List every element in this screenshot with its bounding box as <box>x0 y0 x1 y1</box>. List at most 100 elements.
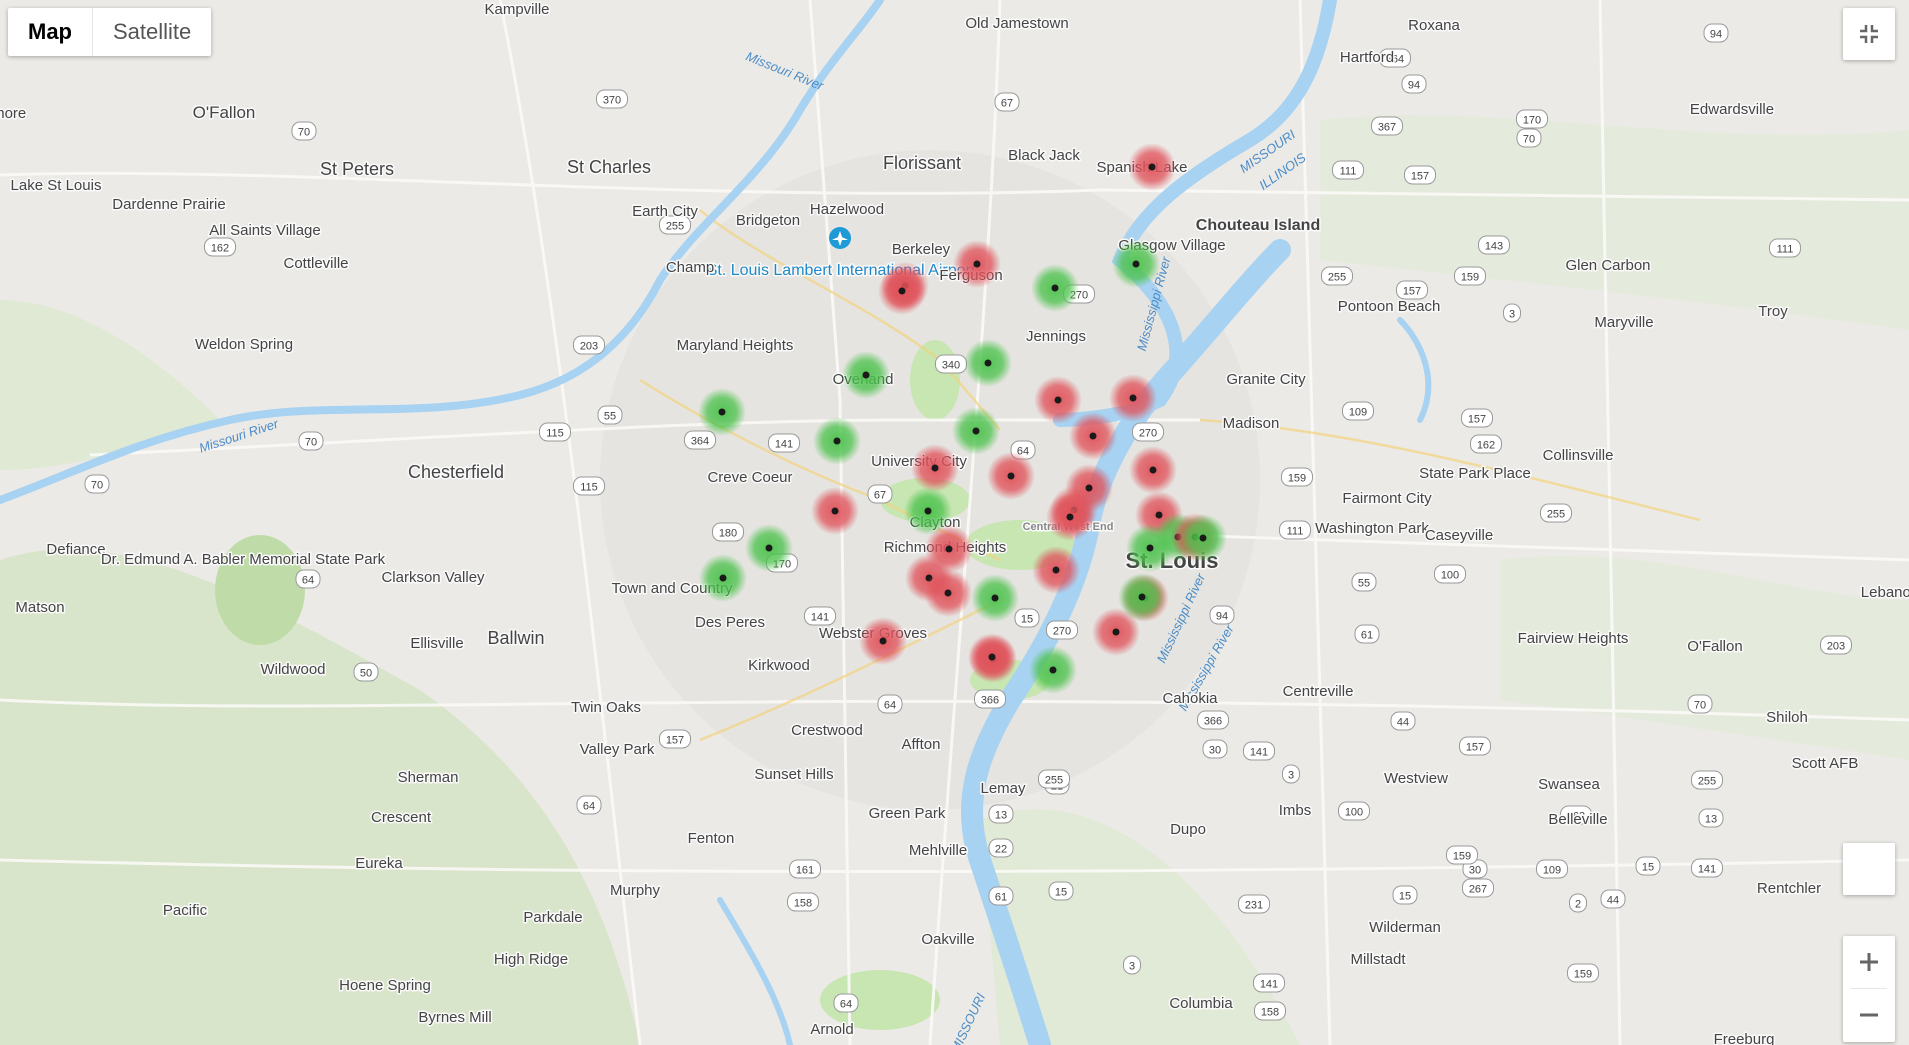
place-label: Jennings <box>1026 328 1086 345</box>
place-label: Arnold <box>810 1021 853 1038</box>
place-label: Parkdale <box>523 909 582 926</box>
green-marker[interactable] <box>698 388 746 436</box>
red-marker[interactable] <box>1109 374 1157 422</box>
red-marker[interactable] <box>953 240 1001 288</box>
place-label: Champ <box>666 259 714 276</box>
red-marker[interactable] <box>1128 143 1176 191</box>
svg-text:55: 55 <box>1358 578 1370 590</box>
place-label: Affton <box>902 736 941 753</box>
red-marker[interactable] <box>878 267 926 315</box>
red-marker[interactable] <box>1129 446 1177 494</box>
svg-text:159: 159 <box>1574 969 1592 981</box>
svg-text:70: 70 <box>91 480 103 492</box>
place-label: Crestwood <box>791 722 863 739</box>
road-shield: 13 <box>988 804 1014 824</box>
svg-text:162: 162 <box>1477 440 1495 452</box>
red-marker[interactable] <box>1046 493 1094 541</box>
green-marker[interactable] <box>745 524 793 572</box>
place-label: Troy <box>1758 303 1788 320</box>
place-label: Freeburg <box>1714 1031 1775 1045</box>
place-label: Chesterfield <box>408 462 504 482</box>
green-marker[interactable] <box>1031 264 1079 312</box>
map-canvas[interactable]: Missouri RiverMissouri RiverMISSOURIILLI… <box>0 0 1909 1045</box>
place-label: O'Fallon <box>1687 638 1742 655</box>
place-label: Columbia <box>1169 995 1233 1012</box>
red-marker[interactable] <box>924 569 972 617</box>
red-marker[interactable] <box>1034 376 1082 424</box>
place-label: Rentchler <box>1757 880 1821 897</box>
svg-text:157: 157 <box>1403 286 1421 298</box>
road-shield: 94 <box>1401 74 1427 94</box>
svg-text:115: 115 <box>546 428 564 440</box>
svg-text:94: 94 <box>1710 29 1722 41</box>
place-label: Dupo <box>1170 821 1206 838</box>
road-shield: 111 <box>1279 520 1311 540</box>
green-marker[interactable] <box>813 417 861 465</box>
place-label: Glen Carbon <box>1565 257 1650 274</box>
place-label: Collinsville <box>1543 447 1614 464</box>
green-marker[interactable] <box>1112 240 1160 288</box>
place-label: State Park Place <box>1419 465 1531 482</box>
road-shield: 64 <box>877 694 903 714</box>
road-shield: 61 <box>1354 624 1380 644</box>
road-shield: 70 <box>298 431 324 451</box>
red-marker[interactable] <box>811 487 859 535</box>
place-label: Hartford <box>1340 49 1394 66</box>
place-label: Millstadt <box>1350 951 1406 968</box>
road-shield: 158 <box>787 892 819 912</box>
svg-text:15: 15 <box>1642 862 1654 874</box>
place-label: Hazelwood <box>810 201 884 218</box>
green-marker[interactable] <box>842 351 890 399</box>
red-marker[interactable] <box>968 633 1016 681</box>
svg-text:267: 267 <box>1469 884 1487 896</box>
svg-text:22: 22 <box>995 844 1007 856</box>
green-marker[interactable] <box>952 407 1000 455</box>
svg-text:180: 180 <box>719 528 737 540</box>
road-shield: 15 <box>1014 608 1040 628</box>
svg-text:67: 67 <box>874 490 886 502</box>
road-shield: 255 <box>1321 266 1353 286</box>
green-marker[interactable] <box>1179 514 1227 562</box>
road-shield: 15 <box>1392 885 1418 905</box>
red-marker[interactable] <box>911 444 959 492</box>
road-shield: 70 <box>1687 694 1713 714</box>
place-label: Matson <box>15 599 64 616</box>
svg-text:3: 3 <box>1509 309 1515 321</box>
road-shield: 366 <box>1197 710 1229 730</box>
place-label: Clarkson Valley <box>381 569 485 586</box>
green-marker[interactable] <box>964 339 1012 387</box>
red-marker[interactable] <box>987 452 1035 500</box>
road-shield: 94 <box>1703 23 1729 43</box>
green-marker[interactable] <box>699 554 747 602</box>
green-marker[interactable] <box>971 574 1019 622</box>
svg-text:15: 15 <box>1055 887 1067 899</box>
red-marker[interactable] <box>1032 546 1080 594</box>
red-marker[interactable] <box>1069 412 1117 460</box>
svg-text:30: 30 <box>1469 865 1481 877</box>
zoom-in-button[interactable] <box>1843 936 1895 988</box>
road-shield: 267 <box>1462 878 1494 898</box>
place-label: Fenton <box>688 830 735 847</box>
road-shield: 70 <box>1516 128 1542 148</box>
place-label: Centreville <box>1283 683 1354 700</box>
airport-icon[interactable] <box>829 227 851 249</box>
fullscreen-button[interactable] <box>1843 8 1895 60</box>
zoom-out-button[interactable] <box>1843 989 1895 1041</box>
map-tab[interactable]: Map <box>8 8 92 56</box>
road-shield: 15 <box>1635 856 1661 876</box>
place-label: Florissant <box>883 153 961 173</box>
svg-text:64: 64 <box>302 575 314 587</box>
red-marker[interactable] <box>859 617 907 665</box>
road-shield: 141 <box>1253 973 1285 993</box>
green-marker[interactable] <box>1029 646 1077 694</box>
svg-text:141: 141 <box>1698 864 1716 876</box>
street-view-pegman[interactable] <box>1843 843 1895 895</box>
green-marker[interactable] <box>1118 573 1166 621</box>
svg-text:109: 109 <box>1543 865 1561 877</box>
place-label: Lake St Louis <box>11 177 102 194</box>
road-shield: 161 <box>789 859 821 879</box>
satellite-tab[interactable]: Satellite <box>93 8 211 56</box>
place-label: Weldon Spring <box>195 336 293 353</box>
road-shield: 141 <box>768 433 800 453</box>
svg-text:159: 159 <box>1288 473 1306 485</box>
